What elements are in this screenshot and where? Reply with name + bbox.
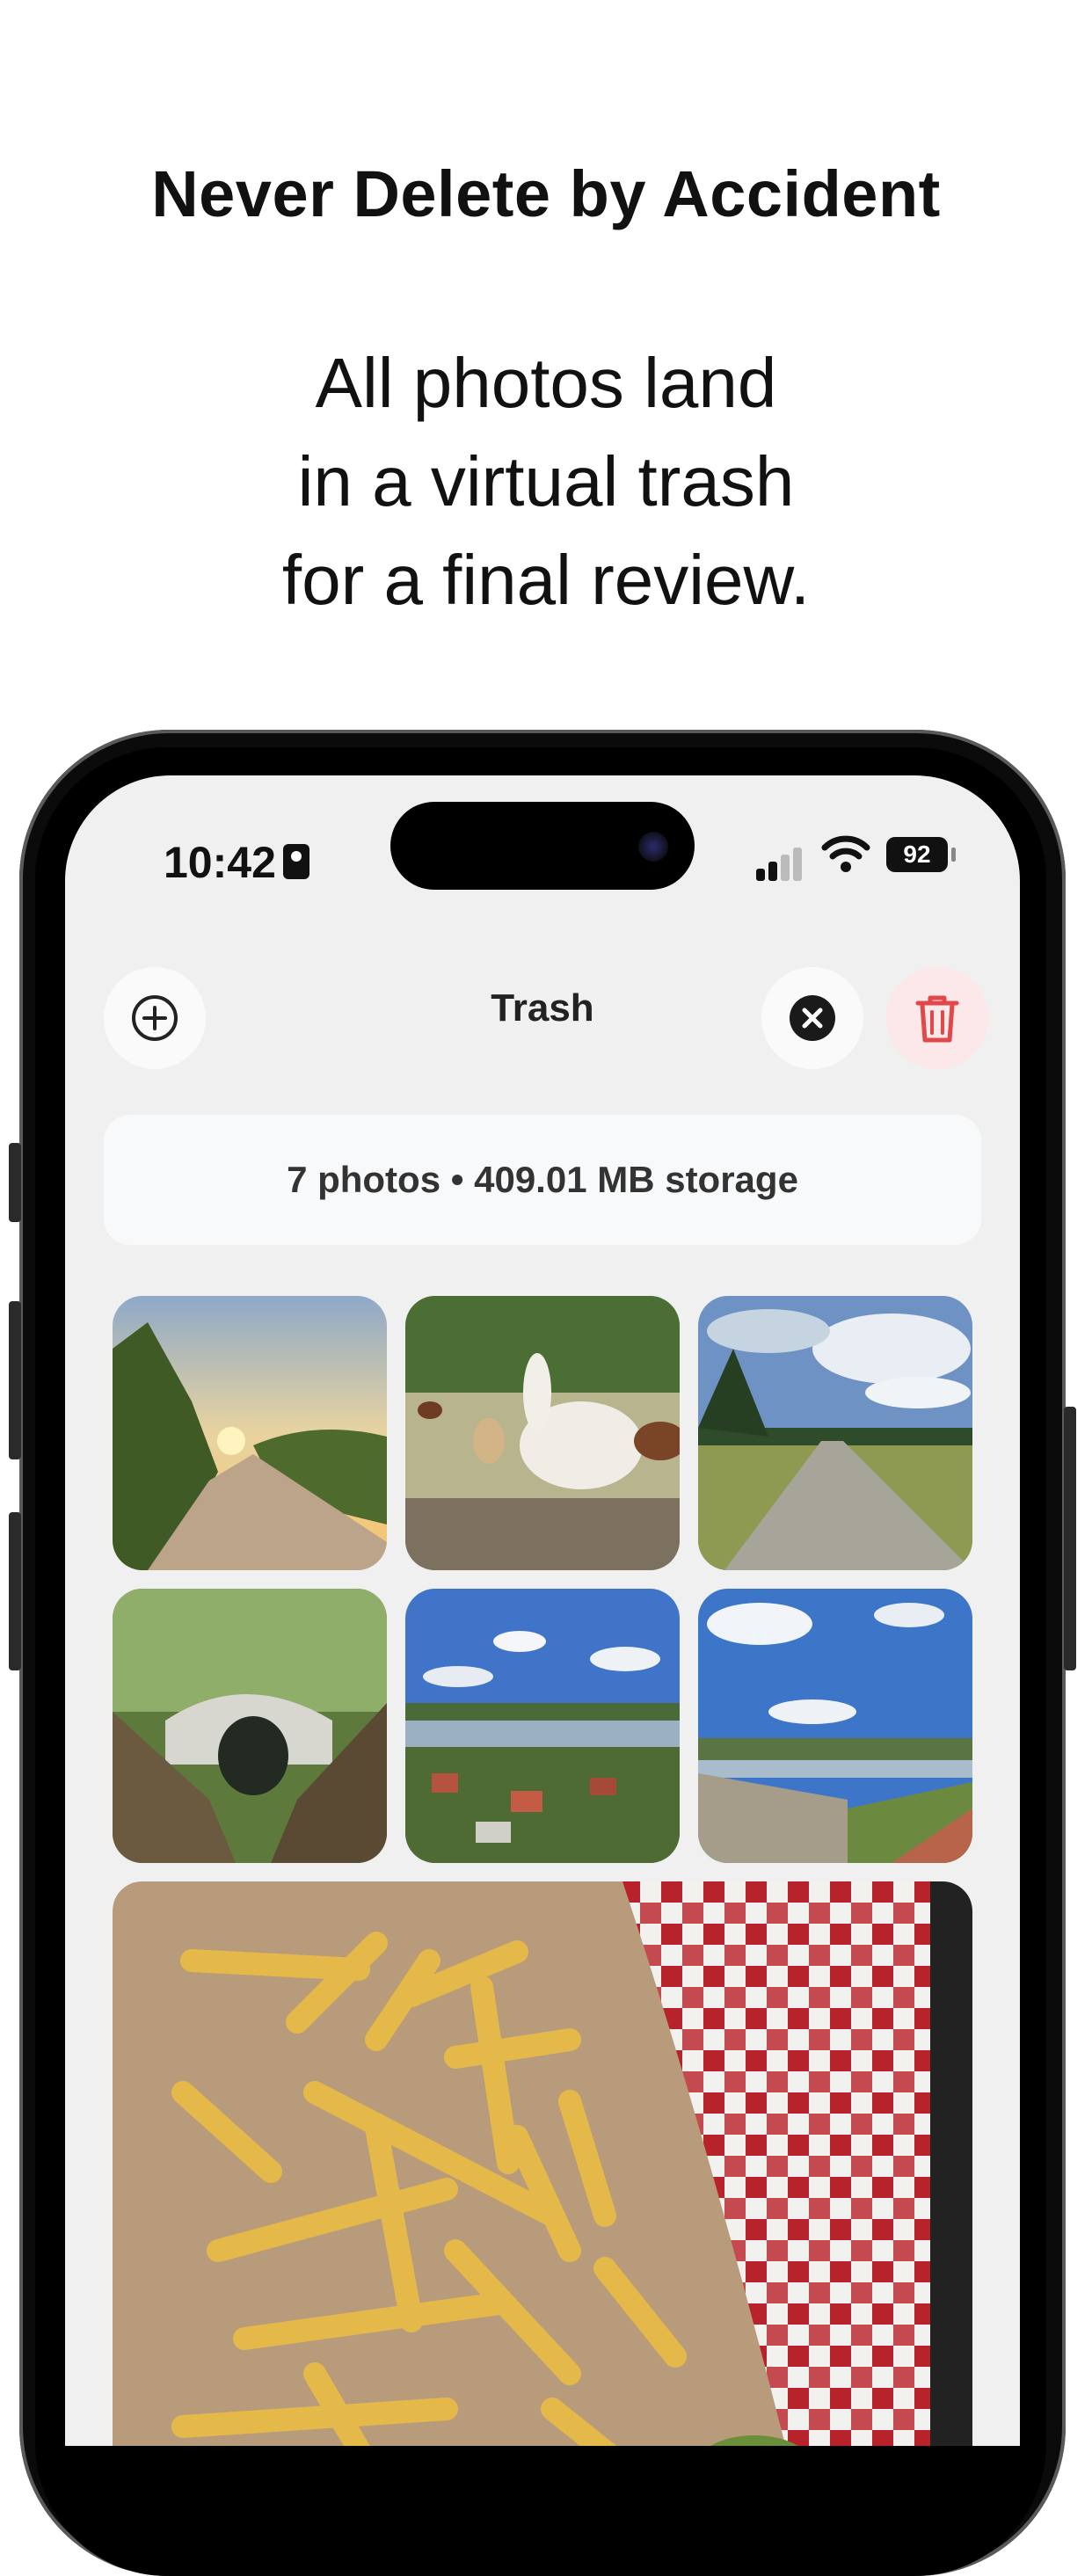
camera-icon	[638, 832, 668, 862]
photo-thumbnail[interactable]	[405, 1296, 680, 1570]
side-button-volume-up	[9, 1301, 21, 1459]
photo-thumbnail[interactable]	[405, 1589, 680, 1863]
photo-thumbnail[interactable]	[113, 1589, 387, 1863]
close-button[interactable]	[761, 967, 863, 1069]
status-time: 10:42	[164, 838, 276, 887]
phone-screen: 10:42 92 Trash 7 photos • 409.01 MB stor…	[65, 775, 1020, 2446]
photo-town-river	[405, 1589, 680, 1863]
storage-summary: 7 photos • 409.01 MB storage	[104, 1115, 981, 1245]
photo-thumbnail[interactable]	[698, 1589, 972, 1863]
photo-path-sunset	[113, 1296, 387, 1570]
photo-thumbnail-large[interactable]	[113, 1881, 972, 2446]
side-button-power	[1064, 1407, 1076, 1670]
signal-icon	[756, 842, 809, 881]
side-button-action	[9, 1143, 21, 1222]
photo-cobblestone-road	[698, 1296, 972, 1570]
photo-river-castle-wall	[698, 1589, 972, 1863]
wifi-icon	[821, 835, 870, 872]
photo-fries	[113, 1881, 972, 2446]
photo-alpacas	[405, 1296, 680, 1570]
marketing-subline-1: All photos land	[315, 344, 777, 422]
side-button-volume-down	[9, 1512, 21, 1670]
photo-thumbnail[interactable]	[698, 1296, 972, 1570]
trash-icon	[915, 995, 959, 1043]
delete-all-button[interactable]	[886, 967, 988, 1069]
photo-tunnel-forest	[113, 1589, 387, 1863]
marketing-subline-2: in a virtual trash	[297, 442, 795, 520]
photo-thumbnail[interactable]	[113, 1296, 387, 1570]
page-title: Trash	[491, 986, 594, 1030]
battery-indicator: 92	[886, 837, 948, 872]
id-card-icon	[283, 844, 309, 879]
battery-nub	[951, 848, 956, 862]
close-circle-icon	[790, 995, 835, 1041]
marketing-headline: Never Delete by Accident	[151, 157, 941, 230]
marketing-subline-3: for a final review.	[281, 541, 811, 619]
